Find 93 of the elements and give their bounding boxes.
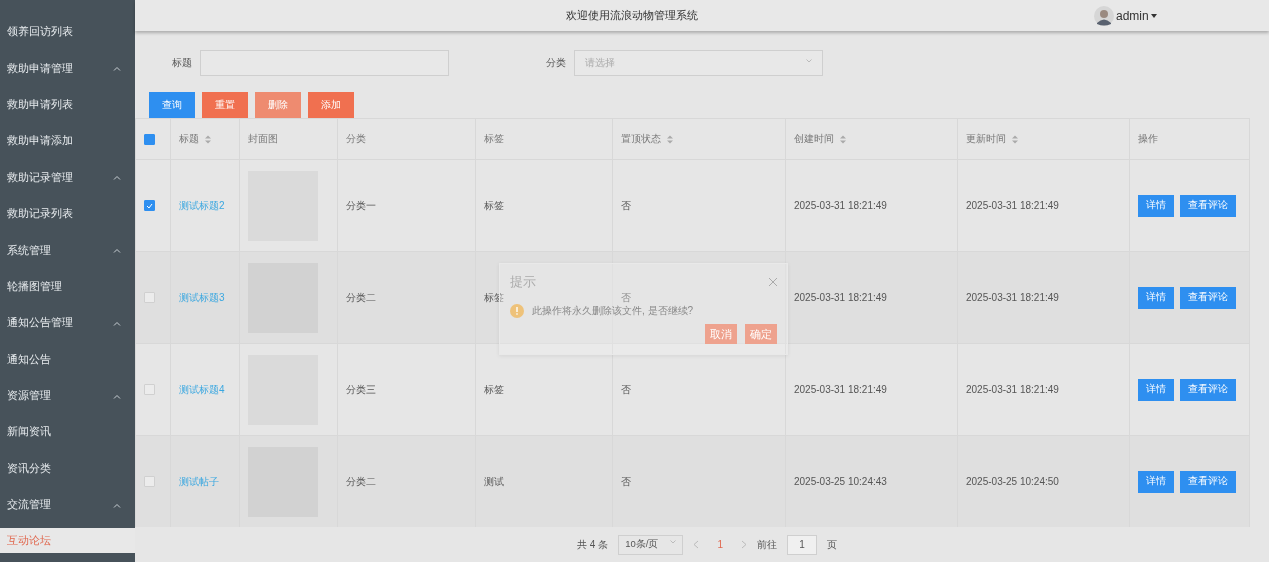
table-cell: 2025-03-25 10:24:50 (966, 476, 1059, 487)
row-checkbox[interactable] (144, 384, 155, 395)
sidebar-item[interactable]: 系统管理 (0, 232, 135, 269)
title-link[interactable]: 测试标题2 (179, 198, 225, 213)
table-cell: 2025-03-31 18:21:49 (966, 292, 1059, 303)
table-cell: 2025-03-31 18:21:49 (966, 384, 1059, 395)
sidebar-item[interactable]: 救助申请管理 (0, 50, 135, 87)
column-header: 分类 (346, 132, 366, 146)
goto-label: 前往 (756, 537, 777, 552)
table-cell: 2025-03-25 10:24:43 (794, 476, 887, 487)
action-button[interactable]: 重置 (202, 92, 248, 118)
row-checkbox[interactable] (144, 292, 155, 303)
caret-up-icon (113, 320, 121, 326)
table-cell: 分类二 (346, 290, 376, 305)
sidebar-item[interactable]: 通知公告管理 (0, 305, 135, 342)
row-checkbox[interactable] (144, 200, 155, 211)
warning-icon (510, 304, 524, 318)
row-checkbox[interactable] (144, 476, 155, 487)
table-cell: 标签 (484, 382, 504, 397)
sidebar-item[interactable]: 交流管理 (0, 487, 135, 524)
sidebar-item[interactable]: 互动论坛 (0, 528, 135, 554)
sidebar-item[interactable]: 救助申请列表 (0, 86, 135, 124)
dialog-message: 此操作将永久删除该文件, 是否继续? (532, 304, 694, 318)
row-action-button[interactable]: 详情 (1138, 470, 1174, 493)
title-link[interactable]: 测试标题4 (179, 382, 225, 397)
sidebar-item[interactable]: 救助记录管理 (0, 159, 135, 196)
next-page-icon[interactable] (740, 540, 747, 549)
row-action-button[interactable]: 查看评论 (1180, 194, 1236, 217)
sidebar-item[interactable]: 救助申请添加 (0, 123, 135, 160)
close-icon[interactable] (769, 278, 777, 286)
sidebar-item[interactable]: 通知公告 (0, 341, 135, 378)
sidebar-item[interactable]: 新闻资讯 (0, 414, 135, 451)
filter-label: 分类 (546, 56, 566, 70)
table-cell: 2025-03-31 18:21:49 (794, 292, 887, 303)
action-button[interactable]: 添加 (308, 92, 354, 118)
table-cell: 标签 (484, 198, 504, 213)
table-cell: 2025-03-31 18:21:49 (794, 200, 887, 211)
table-cell: 2025-03-31 18:21:49 (794, 384, 887, 395)
row-action-button[interactable]: 查看评论 (1180, 470, 1236, 493)
title-link[interactable]: 测试帖子 (179, 474, 219, 489)
page-size-select[interactable]: 10条/页 (618, 534, 684, 555)
table-cell: 否 (621, 382, 631, 397)
header-title: 欢迎使用流浪动物管理系统 (565, 8, 699, 23)
sidebar-item[interactable]: 资源管理 (0, 377, 135, 415)
table-cell: 分类三 (346, 382, 376, 397)
check-icon (146, 202, 153, 209)
row-action-button[interactable]: 查看评论 (1180, 286, 1236, 309)
table-cell: 否 (621, 474, 631, 489)
row-action-button[interactable]: 查看评论 (1180, 378, 1236, 401)
title-input[interactable] (200, 50, 449, 76)
table-cell: 分类一 (346, 198, 376, 213)
sort-icon[interactable] (1012, 134, 1018, 144)
dialog-button[interactable]: 确定 (745, 324, 777, 344)
dialog-button[interactable]: 取消 (705, 324, 737, 344)
sort-icon[interactable] (667, 134, 673, 144)
column-header: 置顶状态 (621, 132, 661, 146)
caret-up-icon (113, 502, 121, 508)
column-header: 标签 (484, 132, 504, 146)
table-cell: 测试 (484, 474, 504, 489)
table-cell: 否 (621, 290, 631, 305)
column-header: 创建时间 (794, 132, 834, 146)
row-action-button[interactable]: 详情 (1138, 378, 1174, 401)
sidebar-item[interactable]: 领养回访列表 (0, 14, 135, 51)
user-name[interactable]: admin (1116, 8, 1149, 23)
table-cell: 分类二 (346, 474, 376, 489)
column-header: 标题 (179, 132, 199, 146)
page-number[interactable]: 1 (709, 539, 731, 550)
select-all-checkbox[interactable] (144, 133, 155, 145)
total-count: 共 4 条 (577, 537, 609, 552)
avatar-icon[interactable] (1094, 5, 1114, 26)
table-cell: 否 (621, 198, 631, 213)
goto-suffix: 页 (826, 537, 837, 552)
action-button[interactable]: 查询 (149, 92, 195, 118)
sort-icon[interactable] (840, 134, 846, 144)
caret-down-icon[interactable] (1150, 13, 1157, 18)
prev-page-icon[interactable] (693, 540, 700, 549)
title-link[interactable]: 测试标题3 (179, 290, 225, 305)
caret-up-icon (113, 175, 121, 181)
caret-up-icon (113, 248, 121, 254)
goto-page-input[interactable]: 1 (786, 534, 817, 555)
caret-up-icon (113, 393, 121, 399)
column-header: 更新时间 (966, 132, 1006, 146)
table-cell: 2025-03-31 18:21:49 (966, 200, 1059, 211)
column-header: 操作 (1138, 132, 1158, 146)
row-action-button[interactable]: 详情 (1138, 286, 1174, 309)
row-action-button[interactable]: 详情 (1138, 194, 1174, 217)
column-header: 封面图 (248, 132, 278, 146)
sidebar-item[interactable]: 轮播图管理 (0, 268, 135, 306)
filter-label: 标题 (172, 56, 192, 70)
caret-up-icon (113, 66, 121, 72)
sidebar-item[interactable]: 救助记录列表 (0, 195, 135, 233)
sidebar-item[interactable]: 资讯分类 (0, 450, 135, 488)
sort-icon[interactable] (205, 134, 211, 144)
